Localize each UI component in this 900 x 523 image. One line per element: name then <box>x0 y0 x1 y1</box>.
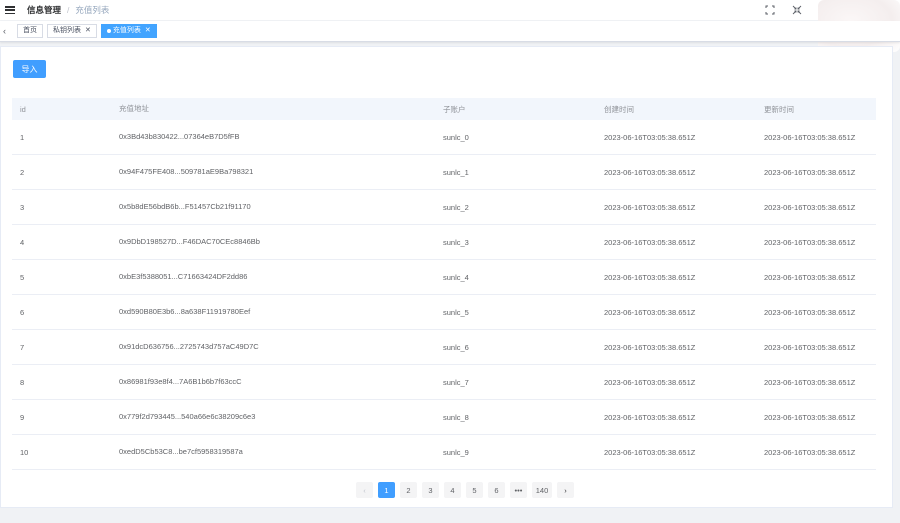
table-row: 9 0x779f2d793445...540a66e6c38209c6e3 sunl… <box>12 400 876 435</box>
page-button-2[interactable]: 2 <box>400 482 417 498</box>
cell-address: 0x86981f93e8f4...7A6B1b6b7f63ccC <box>119 377 242 386</box>
page-button-6[interactable]: 6 <box>488 482 505 498</box>
tags-view: ‹ 首页 私钥列表 ✕ 充值列表 ✕ <box>0 21 900 42</box>
cell-subaccount: sunlc_5 <box>443 307 469 317</box>
cell-id: 1 <box>20 132 25 142</box>
tag-private-key-list[interactable]: 私钥列表 ✕ <box>47 24 97 38</box>
cell-created: 2023-06-16T03:05:38.651Z <box>604 412 696 422</box>
table-row: 3 0x5b8dE56bdB6b...F51457Cb21f91170 sunlc_… <box>12 190 876 225</box>
import-button[interactable]: 导入 <box>13 60 46 78</box>
cell-address: 0x5b8dE56bdB6b...F51457Cb21f91170 <box>119 202 251 211</box>
breadcrumb-current: 充值列表 <box>75 5 110 15</box>
tag-home[interactable]: 首页 <box>17 24 43 38</box>
cell-created: 2023-06-16T03:05:38.651Z <box>604 237 696 247</box>
table-header: id 充值地址 子账户 创建时间 更新时间 <box>12 98 876 120</box>
prev-page-button[interactable]: ‹ <box>356 482 373 498</box>
tag-recharge-list[interactable]: 充值列表 ✕ <box>100 24 157 38</box>
column-header-updated: 更新时间 <box>764 104 794 114</box>
cell-address: 0x94F475FE408...509781aE9Ba798321 <box>119 167 254 176</box>
page-button-1[interactable]: 1 <box>378 482 395 498</box>
cell-updated: 2023-06-16T03:05:38.651Z <box>764 272 856 282</box>
next-page-button[interactable]: › <box>557 482 574 498</box>
navbar: 信息管理 / 充值列表 <box>0 0 900 52</box>
cell-id: 8 <box>20 377 25 387</box>
cell-created: 2023-06-16T03:05:38.651Z <box>604 167 696 177</box>
cell-updated: 2023-06-16T03:05:38.651Z <box>764 377 856 387</box>
cell-address: 0xedD5Cb53C8...be7cf5958319587a <box>119 447 243 456</box>
cell-id: 10 <box>20 447 29 457</box>
table-row: 10 0xedD5Cb53C8...be7cf5958319587a sunlc_9… <box>12 435 876 470</box>
tag-label: 首页 <box>23 27 37 34</box>
cell-subaccount: sunlc_6 <box>443 342 469 352</box>
table-row: 5 0xbE3f5388051...C71663424DF2dd86 sunlc_4… <box>12 260 876 295</box>
table-row: 1 0x3Bd43b830422...07364eB7D5fFB sunlc_0 20… <box>12 120 876 155</box>
cell-created: 2023-06-16T03:05:38.651Z <box>604 377 696 387</box>
cell-updated: 2023-06-16T03:05:38.651Z <box>764 342 856 352</box>
recharge-table: id 充值地址 子账户 创建时间 更新时间 1 0x3Bd43b830422...… <box>12 98 876 470</box>
tag-label: 私钥列表 <box>53 27 81 34</box>
breadcrumb: 信息管理 / 充值列表 <box>27 4 109 16</box>
cell-id: 3 <box>20 202 25 212</box>
cell-subaccount: sunlc_9 <box>443 447 469 457</box>
breadcrumb-root[interactable]: 信息管理 <box>27 4 61 16</box>
cell-id: 2 <box>20 167 25 177</box>
cell-subaccount: sunlc_3 <box>443 237 469 247</box>
table-row: 6 0xd590B80E3b6...8a638F11919780Eef sunlc_… <box>12 295 876 330</box>
cell-updated: 2023-06-16T03:05:38.651Z <box>764 132 856 142</box>
table-row: 4 0x9DbD198527D...F46DAC70CEc8846Bb sunlc_… <box>12 225 876 260</box>
table-row: 2 0x94F475FE408...509781aE9Ba798321 sunlc_… <box>12 155 876 190</box>
table-row: 7 0x91dcD636756...2725743d757aC49D7C sunlc… <box>12 330 876 365</box>
cell-subaccount: sunlc_8 <box>443 412 469 422</box>
cell-id: 9 <box>20 412 25 422</box>
page-button-4[interactable]: 4 <box>444 482 461 498</box>
cell-id: 7 <box>20 342 25 352</box>
fullscreen-icon[interactable] <box>764 4 776 16</box>
cell-subaccount: sunlc_7 <box>443 377 469 387</box>
cell-address: 0xd590B80E3b6...8a638F11919780Eef <box>119 307 251 316</box>
more-pages-button[interactable]: ••• <box>510 482 527 498</box>
cell-updated: 2023-06-16T03:05:38.651Z <box>764 307 856 317</box>
active-dot-icon <box>106 29 111 33</box>
cell-updated: 2023-06-16T03:05:38.651Z <box>764 202 856 212</box>
cell-created: 2023-06-16T03:05:38.651Z <box>604 307 696 317</box>
cell-created: 2023-06-16T03:05:38.651Z <box>604 132 696 142</box>
size-icon[interactable] <box>791 4 803 16</box>
cell-subaccount: sunlc_1 <box>443 167 469 177</box>
cell-subaccount: sunlc_2 <box>443 202 469 212</box>
cell-created: 2023-06-16T03:05:38.651Z <box>604 447 696 457</box>
breadcrumb-separator: / <box>67 5 70 15</box>
cell-address: 0x3Bd43b830422...07364eB7D5fFB <box>119 132 240 141</box>
column-header-address: 充值地址 <box>119 104 149 113</box>
page-button-3[interactable]: 3 <box>422 482 439 498</box>
cell-created: 2023-06-16T03:05:38.651Z <box>604 342 696 352</box>
cell-id: 4 <box>20 237 25 247</box>
cell-subaccount: sunlc_4 <box>443 272 469 282</box>
tag-label: 充值列表 <box>112 27 141 34</box>
hamburger-icon[interactable] <box>5 6 15 14</box>
cell-id: 6 <box>20 307 25 317</box>
cell-updated: 2023-06-16T03:05:38.651Z <box>764 412 856 422</box>
column-header-created: 创建时间 <box>604 104 634 114</box>
close-icon[interactable]: ✕ <box>145 25 151 37</box>
cell-subaccount: sunlc_0 <box>443 132 469 142</box>
cell-created: 2023-06-16T03:05:38.651Z <box>604 202 696 212</box>
back-arrow-icon[interactable]: ‹ <box>3 26 13 36</box>
close-icon[interactable]: ✕ <box>85 25 91 37</box>
cell-created: 2023-06-16T03:05:38.651Z <box>604 272 696 282</box>
cell-address: 0x91dcD636756...2725743d757aC49D7C <box>119 342 259 351</box>
page-button-last[interactable]: 140 <box>532 482 552 498</box>
main-card: 导入 id 充值地址 子账户 创建时间 更新时间 1 0x3Bd43b830422… <box>0 46 893 508</box>
cell-updated: 2023-06-16T03:05:38.651Z <box>764 167 856 177</box>
cell-updated: 2023-06-16T03:05:38.651Z <box>764 237 856 247</box>
cell-updated: 2023-06-16T03:05:38.651Z <box>764 447 856 457</box>
column-header-subaccount: 子账户 <box>443 104 466 114</box>
page-button-5[interactable]: 5 <box>466 482 483 498</box>
cell-id: 5 <box>20 272 25 282</box>
table-row: 8 0x86981f93e8f4...7A6B1b6b7f63ccC sunlc_7… <box>12 365 876 400</box>
cell-address: 0x9DbD198527D...F46DAC70CEc8846Bb <box>119 237 260 246</box>
pagination: ‹ 1 2 3 4 5 6 ••• 140 › <box>356 482 579 498</box>
cell-address: 0xbE3f5388051...C71663424DF2dd86 <box>119 272 248 281</box>
cell-address: 0x779f2d793445...540a66e6c38209c6e3 <box>119 412 256 421</box>
column-header-id: id <box>20 104 26 114</box>
